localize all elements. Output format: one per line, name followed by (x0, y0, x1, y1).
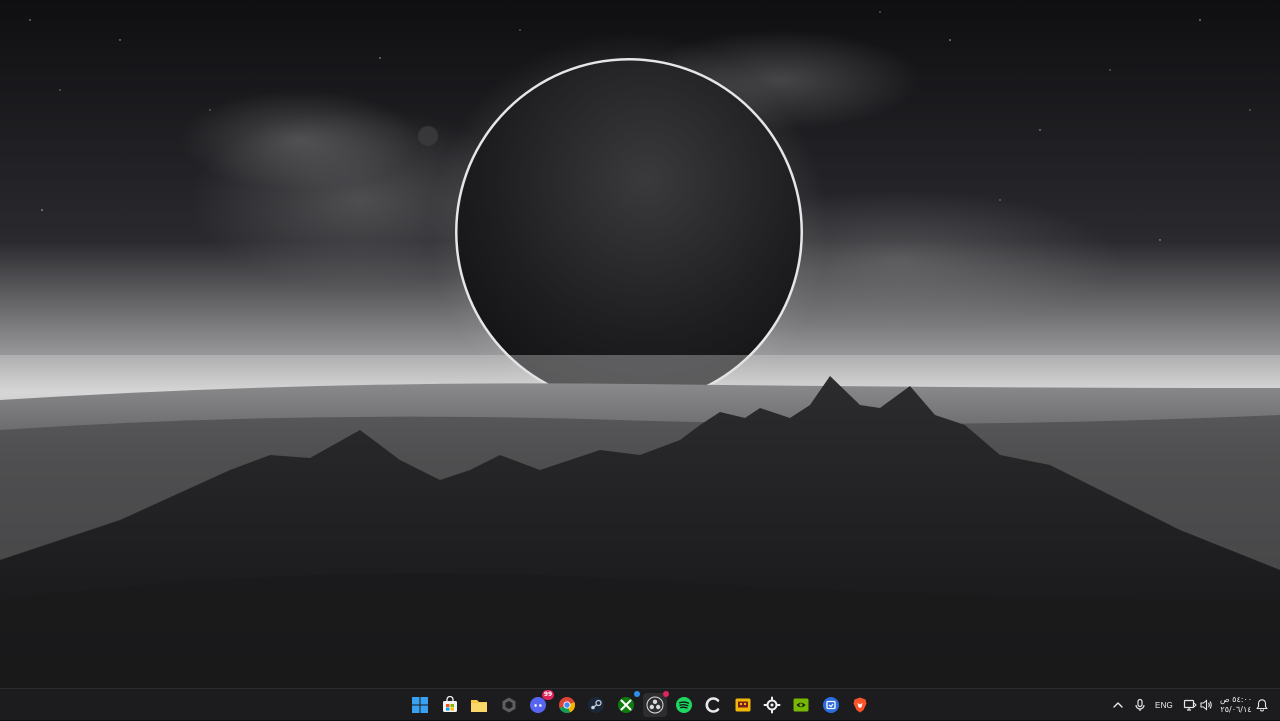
start-button[interactable] (408, 693, 432, 717)
blue-app-button[interactable] (819, 693, 843, 717)
hexagon-app-button[interactable] (497, 693, 521, 717)
hexagon-icon (502, 697, 516, 713)
nvidia-icon (793, 698, 809, 712)
obs-icon (646, 696, 664, 714)
obs-studio-button[interactable] (643, 691, 669, 717)
nvidia-button[interactable] (789, 693, 813, 717)
discord-badge: 99 (542, 690, 554, 700)
blue-app-icon (823, 697, 839, 713)
network-icon (1183, 699, 1197, 711)
brave-icon (853, 697, 867, 713)
xbox-icon (618, 697, 634, 713)
store-icon (443, 696, 457, 712)
file-explorer-button[interactable] (467, 693, 491, 717)
gear-app-icon (763, 696, 781, 714)
volume-icon (1200, 699, 1212, 711)
brave-button[interactable] (848, 693, 872, 717)
microphone-icon (1135, 698, 1145, 711)
discord-button[interactable]: 99 (526, 690, 554, 717)
steam-button[interactable] (584, 693, 608, 717)
clock-time: ٥٤:٠٠ ص (1219, 695, 1253, 704)
notifications-button[interactable] (1254, 689, 1270, 721)
windows-logo-icon (412, 697, 428, 713)
ccleaner-button[interactable] (701, 693, 725, 717)
clock-button[interactable]: ٥٤:٠٠ ص ٢٥/٠٦/١٤ (1218, 689, 1254, 721)
microphone-button[interactable] (1132, 689, 1148, 721)
language-indicator: ENG (1155, 700, 1173, 710)
ccleaner-icon (705, 697, 720, 713)
folder-icon (471, 700, 487, 712)
spotify-button[interactable] (672, 693, 696, 717)
chrome-button[interactable] (555, 693, 579, 717)
obs-recording-badge (663, 691, 669, 697)
desktop-wallpaper (0, 0, 1280, 688)
yellow-app-icon (735, 698, 751, 712)
xbox-badge (634, 691, 640, 697)
microsoft-store-button[interactable] (438, 693, 462, 717)
chevron-up-icon (1113, 702, 1123, 708)
wallpaper-image (0, 0, 1280, 688)
network-button[interactable] (1182, 689, 1198, 721)
taskbar: 99 ENG ٥٤:٠٠ ص ٢٥/٠٦/١٤ (0, 688, 1280, 720)
spotify-icon (676, 697, 692, 713)
notification-icon (1256, 699, 1268, 712)
xbox-button[interactable] (614, 691, 640, 717)
yellow-app-button[interactable] (731, 693, 755, 717)
steam-icon (588, 697, 604, 713)
gear-app-button[interactable] (760, 693, 784, 717)
show-hidden-icons-button[interactable] (1110, 689, 1126, 721)
clock-date: ٢٥/٠٦/١٤ (1220, 705, 1252, 714)
chrome-icon (559, 697, 575, 714)
input-language-button[interactable]: ENG (1152, 689, 1176, 721)
volume-button[interactable] (1198, 689, 1214, 721)
